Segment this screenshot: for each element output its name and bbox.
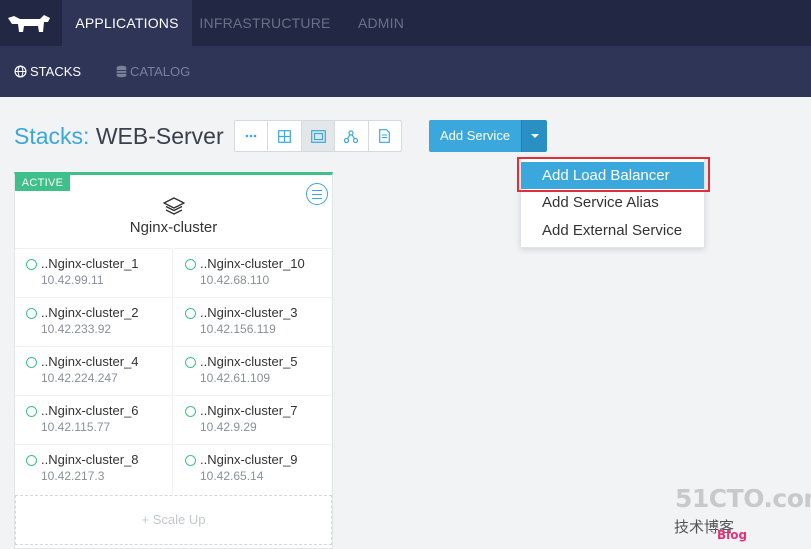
container-name: ..Nginx-cluster_10 — [200, 256, 305, 271]
globe-icon — [14, 65, 27, 78]
container-name: ..Nginx-cluster_8 — [41, 452, 139, 467]
container-item[interactable]: ..Nginx-cluster_9 10.42.65.14 — [174, 444, 332, 493]
running-state-icon — [185, 357, 196, 368]
watermark-main: 51CTO.com — [675, 484, 811, 513]
container-item[interactable]: ..Nginx-cluster_7 10.42.9.29 — [174, 395, 332, 444]
nav-infrastructure[interactable]: INFRASTRUCTURE — [196, 0, 334, 46]
running-state-icon — [185, 406, 196, 417]
file-icon — [379, 129, 391, 143]
container-ip: 10.42.9.29 — [200, 420, 257, 434]
container-view-icon — [310, 129, 326, 143]
subnav-catalog-label: CATALOG — [130, 64, 191, 79]
container-item[interactable]: ..Nginx-cluster_10 10.42.68.110 — [174, 248, 332, 297]
graph-icon — [344, 129, 359, 143]
running-state-icon — [26, 406, 37, 417]
service-card: ACTIVE Nginx-cluster ..Nginx-cluster_1 1… — [14, 172, 333, 549]
stack-name: WEB-Server — [95, 123, 224, 149]
running-state-icon — [26, 357, 37, 368]
view-mode-graph[interactable] — [335, 121, 369, 151]
highlight-annotation — [517, 157, 710, 192]
subnav-stacks-label: STACKS — [30, 64, 82, 79]
container-item[interactable]: ..Nginx-cluster_5 10.42.61.109 — [174, 346, 332, 395]
nav-applications[interactable]: APPLICATIONS — [62, 0, 192, 46]
database-icon — [116, 65, 127, 78]
container-ip: 10.42.68.110 — [200, 273, 270, 287]
page-title-prefix: Stacks: — [14, 123, 96, 149]
ellipsis-icon — [245, 134, 257, 138]
container-item[interactable]: ..Nginx-cluster_8 10.42.217.3 — [15, 444, 173, 493]
container-ip: 10.42.156.119 — [200, 322, 276, 336]
menu-add-external-service[interactable]: Add External Service — [521, 217, 704, 244]
add-service-dropdown-toggle[interactable] — [521, 120, 547, 152]
subnav-catalog[interactable]: CATALOG — [116, 46, 190, 97]
container-name: ..Nginx-cluster_9 — [200, 452, 298, 467]
subnav-stacks[interactable]: STACKS — [14, 46, 81, 97]
running-state-icon — [185, 259, 196, 270]
container-item[interactable]: ..Nginx-cluster_3 10.42.156.119 — [174, 297, 332, 346]
container-name: ..Nginx-cluster_1 — [41, 256, 139, 271]
service-name: Nginx-cluster — [129, 219, 218, 236]
running-state-icon — [26, 455, 37, 466]
nav-admin[interactable]: ADMIN — [342, 0, 420, 46]
running-state-icon — [185, 308, 196, 319]
container-name: ..Nginx-cluster_4 — [41, 354, 139, 369]
running-state-icon — [26, 308, 37, 319]
ranch-logo[interactable] — [6, 12, 52, 34]
container-item[interactable]: ..Nginx-cluster_1 10.42.99.11 — [15, 248, 173, 297]
view-mode-containers[interactable] — [301, 121, 336, 151]
container-item[interactable]: ..Nginx-cluster_2 10.42.233.92 — [15, 297, 173, 346]
page-title: Stacks: WEB-Server — [14, 123, 224, 150]
container-ip: 10.42.115.77 — [41, 420, 111, 434]
layers-icon — [163, 197, 185, 215]
container-name: ..Nginx-cluster_2 — [41, 305, 139, 320]
container-ip: 10.42.233.92 — [41, 322, 112, 336]
view-mode-list[interactable] — [235, 121, 269, 151]
watermark-blog: Blog — [717, 528, 748, 542]
container-name: ..Nginx-cluster_3 — [200, 305, 298, 320]
container-ip: 10.42.65.14 — [200, 469, 264, 483]
container-ip: 10.42.61.109 — [200, 371, 271, 385]
watermark: 51CTO.com 技术博客 Blog — [672, 484, 811, 544]
container-item[interactable]: ..Nginx-cluster_4 10.42.224.247 — [15, 346, 173, 395]
sub-nav-bar: STACKS CATALOG — [0, 46, 811, 97]
view-mode-toggle — [234, 120, 402, 152]
container-name: ..Nginx-cluster_7 — [200, 403, 298, 418]
add-service-button[interactable]: Add Service — [429, 120, 521, 152]
container-name: ..Nginx-cluster_5 — [200, 354, 298, 369]
container-ip: 10.42.224.247 — [41, 371, 118, 385]
view-mode-grid[interactable] — [268, 121, 302, 151]
container-ip: 10.42.217.3 — [41, 469, 105, 483]
status-badge: ACTIVE — [15, 175, 70, 191]
grid-icon — [278, 129, 292, 143]
container-ip: 10.42.99.11 — [41, 273, 104, 287]
container-item[interactable]: ..Nginx-cluster_6 10.42.115.77 — [15, 395, 173, 444]
running-state-icon — [26, 259, 37, 270]
container-name: ..Nginx-cluster_6 — [41, 403, 139, 418]
card-menu-button[interactable] — [306, 183, 328, 205]
menu-add-service-alias[interactable]: Add Service Alias — [521, 189, 704, 216]
scale-up-button[interactable]: + Scale Up — [15, 495, 332, 545]
view-mode-config[interactable] — [369, 121, 401, 151]
top-nav-bar: APPLICATIONS INFRASTRUCTURE ADMIN — [0, 0, 811, 46]
running-state-icon — [185, 455, 196, 466]
